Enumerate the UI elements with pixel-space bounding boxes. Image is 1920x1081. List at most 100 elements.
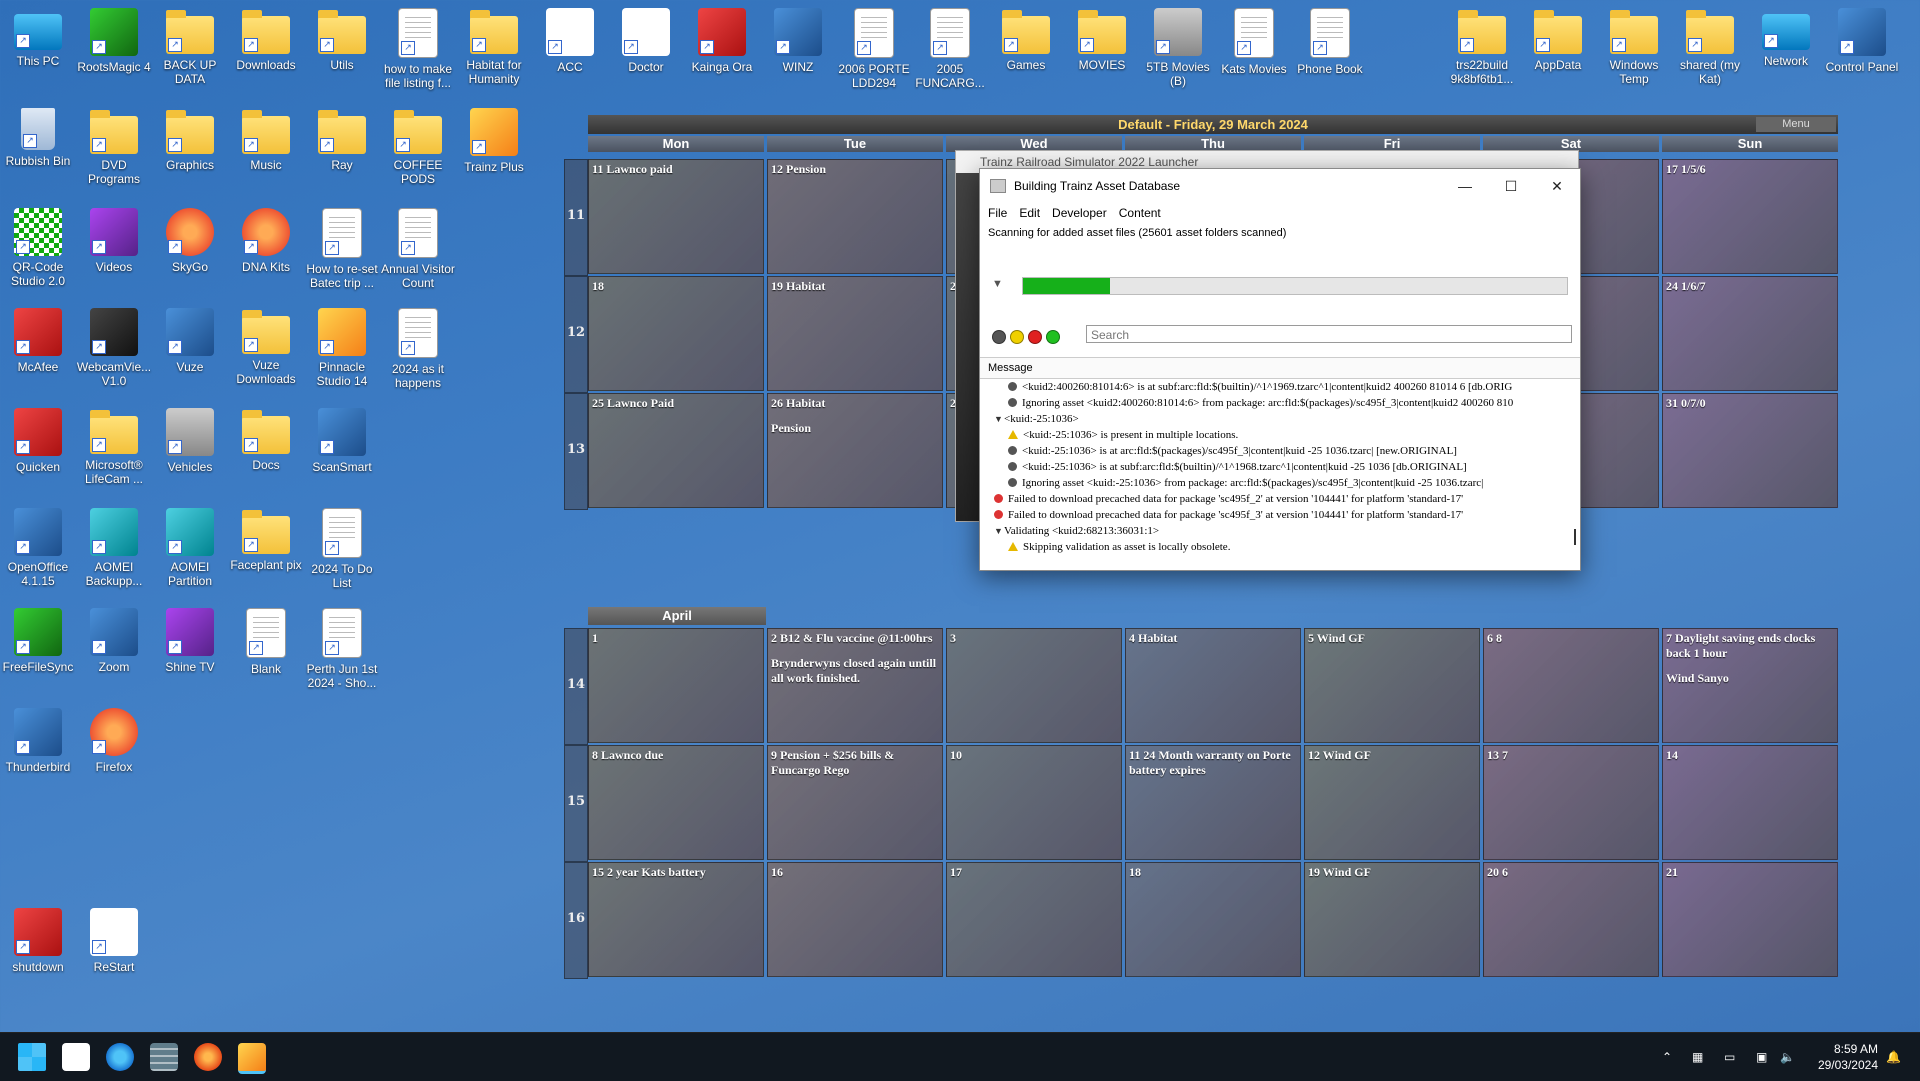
desktop-icon[interactable]: ↗ WebcamVie... V1.0 (76, 308, 152, 388)
desktop-icon[interactable]: ↗ 5TB Movies (B) (1140, 8, 1216, 88)
message-row[interactable]: Ignoring asset <kuid2:400260:81014:6> fr… (980, 395, 1570, 411)
desktop-icon[interactable]: ↗ DVD Programs (76, 108, 152, 186)
desktop-icon[interactable]: ↗ Games (988, 8, 1064, 72)
calendar-day-cell[interactable]: 8 Lawnco due (588, 745, 764, 860)
firefox-icon[interactable] (194, 1043, 222, 1071)
calendar-day-cell[interactable]: 31 0/7/0 (1662, 393, 1838, 508)
calendar-day-cell[interactable]: 24 1/6/7 (1662, 276, 1838, 391)
calendar-day-cell[interactable]: 1 (588, 628, 764, 743)
desktop-icon[interactable]: ↗ DNA Kits (228, 208, 304, 274)
desktop-icon[interactable]: ↗ ReStart (76, 908, 152, 974)
desktop-icon[interactable]: ↗ Zoom (76, 608, 152, 674)
calendar-menu-button[interactable]: Menu (1756, 117, 1836, 132)
desktop-icon[interactable]: ↗ RootsMagic 4 (76, 8, 152, 74)
calendar-day-cell[interactable]: 10 (946, 745, 1122, 860)
desktop-icon[interactable]: ↗ Music (228, 108, 304, 172)
desktop-icon[interactable]: ↗ AppData (1520, 8, 1596, 72)
start-icon[interactable] (18, 1043, 46, 1071)
desktop-icon[interactable]: ↗ Downloads (228, 8, 304, 72)
desktop-icon[interactable]: ↗ WINZ (760, 8, 836, 74)
search-input[interactable]: Search (1086, 325, 1572, 343)
desktop-icon[interactable]: ↗ Faceplant pix (228, 508, 304, 572)
calendar-day-cell[interactable]: 9 Pension + $256 bills & Funcargo Rego (767, 745, 943, 860)
menu-item-file[interactable]: File (988, 203, 1007, 223)
desktop-icon[interactable]: ↗ How to re-set Batec trip ... (304, 208, 380, 290)
minimize-button[interactable]: — (1442, 169, 1488, 203)
collapse-icon[interactable]: ▼ (992, 278, 1003, 290)
desktop-icon[interactable]: ↗ Ray (304, 108, 380, 172)
calculator-icon[interactable] (150, 1043, 178, 1071)
menu-item-developer[interactable]: Developer (1052, 203, 1107, 223)
desktop-icon[interactable]: ↗ Blank (228, 608, 304, 676)
menu-item-content[interactable]: Content (1119, 203, 1161, 223)
desktop-icon[interactable]: ↗ Pinnacle Studio 14 (304, 308, 380, 388)
desktop-icon[interactable]: ↗ Utils (304, 8, 380, 72)
calendar-day-cell[interactable]: 21 (1662, 862, 1838, 977)
calendar-day-cell[interactable]: 18 (588, 276, 764, 391)
desktop-icon[interactable]: ↗ Shine TV (152, 608, 228, 674)
desktop-icon[interactable]: ↗ COFFEE PODS (380, 108, 456, 186)
desktop-icon[interactable]: ↗ Videos (76, 208, 152, 274)
desktop-icon[interactable]: ↗ shared (my Kat) (1672, 8, 1748, 86)
desktop-icon[interactable]: ↗ Vehicles (152, 408, 228, 474)
notification-icon[interactable]: 🔔 (1886, 1033, 1901, 1081)
desktop-icon[interactable]: ↗ MOVIES (1064, 8, 1140, 72)
message-row[interactable]: Failed to download precached data for pa… (980, 491, 1570, 507)
desktop-icon[interactable]: ↗ Vuze Downloads (228, 308, 304, 386)
filter-error-dot[interactable] (1028, 330, 1042, 344)
desktop-icon[interactable]: ↗ FreeFileSync (0, 608, 76, 674)
calendar-day-cell[interactable]: 3 (946, 628, 1122, 743)
calendar-day-cell[interactable]: 25 Lawnco Paid (588, 393, 764, 508)
desktop-icon[interactable]: ↗ Doctor (608, 8, 684, 74)
message-row[interactable]: ▼<kuid:-25:1036> (980, 411, 1570, 427)
calendar-day-cell[interactable]: 20 6 (1483, 862, 1659, 977)
desktop-icon[interactable]: ↗ 2024 To Do List (304, 508, 380, 590)
desktop-icon[interactable]: ↗ shutdown (0, 908, 76, 974)
desktop-icon[interactable]: ↗ Habitat for Humanity (456, 8, 532, 86)
close-button[interactable]: ✕ (1534, 169, 1580, 203)
desktop-icon[interactable]: ↗ Phone Book (1292, 8, 1368, 76)
volume-icon[interactable]: 🔈 (1780, 1033, 1795, 1081)
desktop-icon[interactable]: ↗ how to make file listing f... (380, 8, 456, 90)
desktop-icon[interactable]: ↗ Thunderbird (0, 708, 76, 774)
desktop-icon[interactable]: ↗ AOMEI Partition (152, 508, 228, 588)
calendar-day-cell[interactable]: 2 B12 & Flu vaccine @11:00hrs Brynderwyns… (767, 628, 943, 743)
desktop-icon[interactable]: ↗ trs22build 9k8bf6tb1... (1444, 8, 1520, 86)
calendar-day-cell[interactable]: 15 2 year Kats battery (588, 862, 764, 977)
tray-app-icon[interactable]: ▦ (1692, 1033, 1703, 1081)
desktop-icon[interactable]: ↗ Rubbish Bin (0, 108, 76, 168)
desktop-icon[interactable]: ↗ 2024 as it happens (380, 308, 456, 390)
message-row[interactable]: Ignoring asset <kuid:-25:1036> from pack… (980, 475, 1570, 491)
desktop-icon[interactable]: ↗ Perth Jun 1st 2024 - Sho... (304, 608, 380, 690)
desktop-icon[interactable]: ↗ Kats Movies (1216, 8, 1292, 76)
usb-icon[interactable]: ▭ (1724, 1033, 1735, 1081)
calendar-day-cell[interactable]: 11 Lawnco paid (588, 159, 764, 274)
calendar-day-cell[interactable]: 12 Wind GF (1304, 745, 1480, 860)
desktop-icon[interactable]: ↗ Docs (228, 408, 304, 472)
trainz-icon[interactable] (238, 1043, 266, 1074)
message-row[interactable]: <kuid2:400260:81014:6> is at subf:arc:fl… (980, 379, 1570, 395)
calendar-day-cell[interactable]: 26 Habitat Pension (767, 393, 943, 508)
filter-warning-dot[interactable] (1010, 330, 1024, 344)
message-row[interactable]: ▼Validating <kuid2:68213:36031:1> (980, 523, 1570, 539)
calendar-day-cell[interactable]: 18 (1125, 862, 1301, 977)
message-row[interactable]: <kuid:-25:1036> is at subf:arc:fld:$(bui… (980, 459, 1570, 475)
calendar-day-cell[interactable]: 16 (767, 862, 943, 977)
desktop-icon[interactable]: ↗ Vuze (152, 308, 228, 374)
desktop-icon[interactable]: ↗ Windows Temp (1596, 8, 1672, 86)
desktop-icon[interactable]: ↗ ACC (532, 8, 608, 74)
desktop-icon[interactable]: ↗ Network (1748, 8, 1824, 68)
desktop-icon[interactable]: ↗ OpenOffice 4.1.15 (0, 508, 76, 588)
calendar-day-cell[interactable]: 5 Wind GF (1304, 628, 1480, 743)
calendar-day-cell[interactable]: 4 Habitat (1125, 628, 1301, 743)
desktop-icon[interactable]: ↗ 2005 FUNCARG... (912, 8, 988, 90)
desktop-icon[interactable]: ↗ SkyGo (152, 208, 228, 274)
clock[interactable]: 8:59 AM 29/03/2024 (1818, 1041, 1878, 1073)
tray-chevron-icon[interactable]: ⌃ (1662, 1033, 1672, 1081)
message-scrollbar[interactable] (1572, 379, 1578, 557)
message-row[interactable]: Skipping validation as asset is locally … (980, 539, 1570, 555)
dialog-titlebar[interactable]: Building Trainz Asset Database — ☐ ✕ (980, 169, 1580, 203)
calendar-day-cell[interactable]: 17 (946, 862, 1122, 977)
calendar-day-cell[interactable]: 13 7 (1483, 745, 1659, 860)
menu-item-edit[interactable]: Edit (1019, 203, 1040, 223)
